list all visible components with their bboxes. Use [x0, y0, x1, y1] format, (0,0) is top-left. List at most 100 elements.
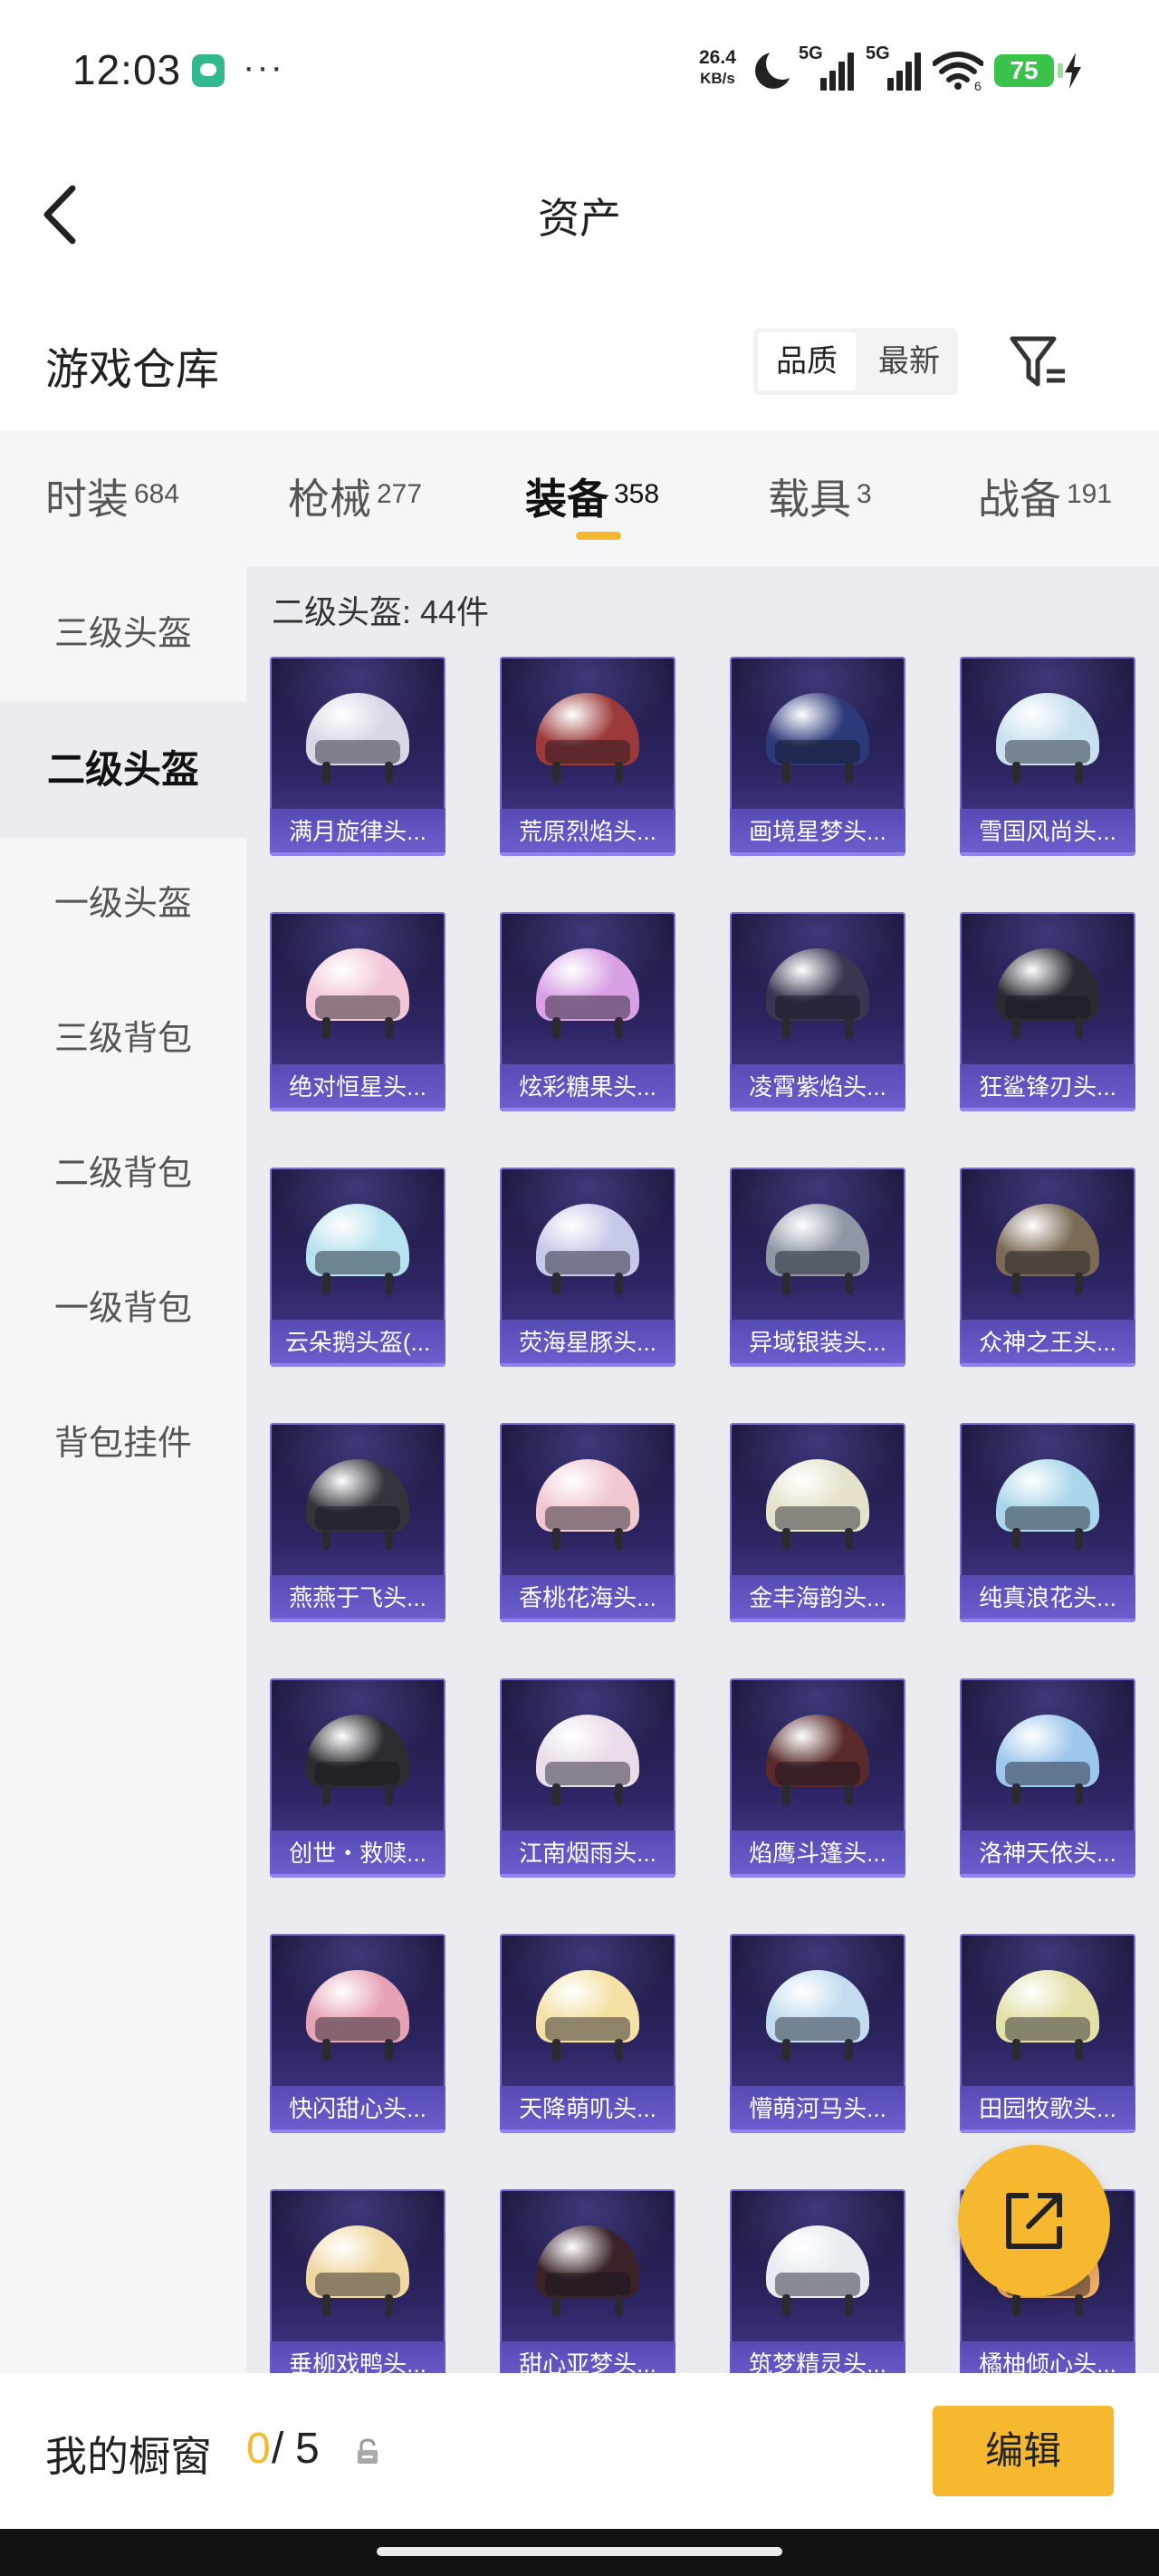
helmet-image	[996, 1204, 1099, 1298]
helmet-image	[306, 1204, 409, 1298]
helmet-item-name: 荒原烈焰头...	[500, 809, 675, 856]
sort-option-quality[interactable]: 品质	[758, 332, 856, 390]
helmet-item-name: 创世・救赎...	[270, 1831, 445, 1878]
helmet-image	[306, 1715, 409, 1809]
tab-count: 684	[134, 478, 180, 509]
helmet-image	[536, 1459, 639, 1553]
helmet-image	[306, 2225, 409, 2320]
helmet-item-card[interactable]: 垂柳戏鸭头...	[270, 2189, 445, 2378]
more-notifications-icon: ···	[243, 47, 284, 87]
sort-toggle: 品质 最新	[753, 328, 958, 395]
page-title: 资产	[538, 195, 621, 242]
helmet-item-name: 香桃花海头...	[500, 1575, 675, 1622]
helmet-item-name: 田园牧歌头...	[960, 2086, 1135, 2133]
section-title: 二级头盔: 44件	[272, 593, 490, 630]
helmet-image	[536, 1970, 639, 2064]
tab-count: 191	[1067, 478, 1113, 509]
tab-gear[interactable]: 战备 191	[978, 466, 1112, 526]
home-indicator[interactable]	[377, 2547, 782, 2556]
signal-label: 5G	[799, 43, 823, 63]
helmet-image	[536, 1204, 639, 1298]
helmet-item-card[interactable]: 雪国风尚头...	[960, 657, 1135, 856]
helmet-image	[996, 948, 1099, 1043]
network-speed: 26.4 KB/s	[699, 47, 736, 89]
helmet-item-card[interactable]: 炫彩糖果头...	[500, 912, 675, 1111]
helmet-image	[766, 693, 869, 787]
tab-label: 战备	[978, 476, 1061, 523]
showcase-separator: /	[272, 2425, 284, 2473]
tab-equipment[interactable]: 装备 358	[525, 466, 659, 526]
sidebar-item-level3-backpack[interactable]: 三级背包	[0, 971, 246, 1107]
helmet-item-name: 金丰海韵头...	[730, 1575, 905, 1622]
helmet-item-card[interactable]: 众神之王头...	[960, 1168, 1135, 1367]
helmet-item-card[interactable]: 凌霄紫焰头...	[730, 912, 905, 1111]
helmet-item-name: 狂鲨锋刃头...	[960, 1064, 1135, 1111]
sidebar-item-level2-backpack[interactable]: 二级背包	[0, 1106, 246, 1242]
helmet-item-card[interactable]: 焰鹰斗篷头...	[730, 1678, 905, 1878]
sidebar-item-level1-helmet[interactable]: 一级头盔	[0, 836, 246, 972]
tab-vehicles[interactable]: 载具 3	[768, 466, 872, 526]
signal-label: 5G	[866, 43, 890, 63]
helmet-item-card[interactable]: 异域银装头...	[730, 1168, 905, 1367]
tab-fashion[interactable]: 时装 684	[45, 466, 179, 526]
sidebar-item-backpack-charm[interactable]: 背包挂件	[0, 1376, 246, 1512]
sidebar-item-level1-backpack[interactable]: 一级背包	[0, 1241, 246, 1377]
helmet-item-card[interactable]: 懵萌河马头...	[730, 1934, 905, 2133]
sidebar-item-level3-helmet[interactable]: 三级头盔	[0, 566, 246, 702]
helmet-item-name: 绝对恒星头...	[270, 1064, 445, 1111]
helmet-item-name: 凌霄紫焰头...	[730, 1064, 905, 1111]
signal-icon: 5G	[799, 43, 857, 91]
helmet-item-card[interactable]: 甜心亚梦头...	[500, 2189, 675, 2378]
helmet-item-card[interactable]: 洛神天依头...	[960, 1678, 1135, 1878]
tab-guns[interactable]: 枪械 277	[288, 466, 422, 526]
helmet-item-card[interactable]: 燕燕于飞头...	[270, 1423, 445, 1622]
helmet-item-card[interactable]: 创世・救赎...	[270, 1678, 445, 1878]
share-button[interactable]	[958, 2145, 1110, 2297]
showcase-label: 我的橱窗	[45, 2433, 212, 2480]
helmet-item-card[interactable]: 田园牧歌头...	[960, 1934, 1135, 2133]
helmet-item-card[interactable]: 筑梦精灵头...	[730, 2189, 905, 2378]
helmet-item-card[interactable]: 金丰海韵头...	[730, 1423, 905, 1622]
showcase-current-count: 0	[246, 2425, 271, 2473]
helmet-item-name: 甜心亚梦头...	[500, 2341, 675, 2378]
helmet-item-card[interactable]: 荒原烈焰头...	[500, 657, 675, 856]
helmet-item-card[interactable]: 天降萌叽头...	[500, 1934, 675, 2133]
wifi-badge: 6	[974, 79, 982, 91]
helmet-item-name: 焰鹰斗篷头...	[730, 1831, 905, 1878]
edit-button[interactable]: 编辑	[933, 2406, 1114, 2496]
helmet-item-card[interactable]: 香桃花海头...	[500, 1423, 675, 1622]
helmet-item-card[interactable]: 江南烟雨头...	[500, 1678, 675, 1878]
signal-icon: 5G	[866, 43, 924, 91]
tab-label: 枪械	[288, 476, 371, 523]
sort-option-newest[interactable]: 最新	[860, 328, 958, 395]
helmet-item-card[interactable]: 绝对恒星头...	[270, 912, 445, 1111]
helmet-image	[766, 2225, 869, 2320]
status-time: 12:03	[72, 46, 182, 93]
network-speed-unit: KB/s	[700, 70, 735, 87]
helmet-item-name: 荧海星豚头...	[500, 1320, 675, 1367]
helmet-image	[766, 1970, 869, 2064]
helmet-item-name: 垂柳戏鸭头...	[270, 2341, 445, 2378]
tab-label: 载具	[768, 476, 851, 523]
app-header: 资产	[0, 136, 1159, 290]
helmet-item-card[interactable]: 满月旋律头...	[270, 657, 445, 856]
moon-icon	[755, 47, 799, 89]
helmet-item-card[interactable]: 快闪甜心头...	[270, 1934, 445, 2133]
helmet-image	[306, 1459, 409, 1553]
helmet-item-card[interactable]: 纯真浪花头...	[960, 1423, 1135, 1622]
helmet-item-name: 懵萌河马头...	[730, 2086, 905, 2133]
helmet-item-card[interactable]: 狂鲨锋刃头...	[960, 912, 1135, 1111]
helmet-image	[996, 1715, 1099, 1809]
helmet-item-card[interactable]: 画境星梦头...	[730, 657, 905, 856]
network-speed-value: 26.4	[699, 47, 736, 68]
tab-label: 装备	[525, 476, 608, 523]
status-bar: 12:03 ··· 26.4 KB/s 5G 5G 6 75	[0, 0, 1159, 136]
wechat-icon	[192, 54, 225, 87]
charging-icon	[1065, 53, 1081, 89]
filter-icon[interactable]	[1007, 330, 1070, 393]
showcase-bar: 我的橱窗 0 / 5 编辑	[0, 2373, 1159, 2529]
helmet-item-card[interactable]: 云朵鹅头盔(...	[270, 1168, 445, 1367]
sidebar-item-level2-helmet[interactable]: 二级头盔	[0, 702, 246, 838]
warehouse-title: 游戏仓库	[45, 346, 220, 394]
helmet-item-card[interactable]: 荧海星豚头...	[500, 1168, 675, 1367]
